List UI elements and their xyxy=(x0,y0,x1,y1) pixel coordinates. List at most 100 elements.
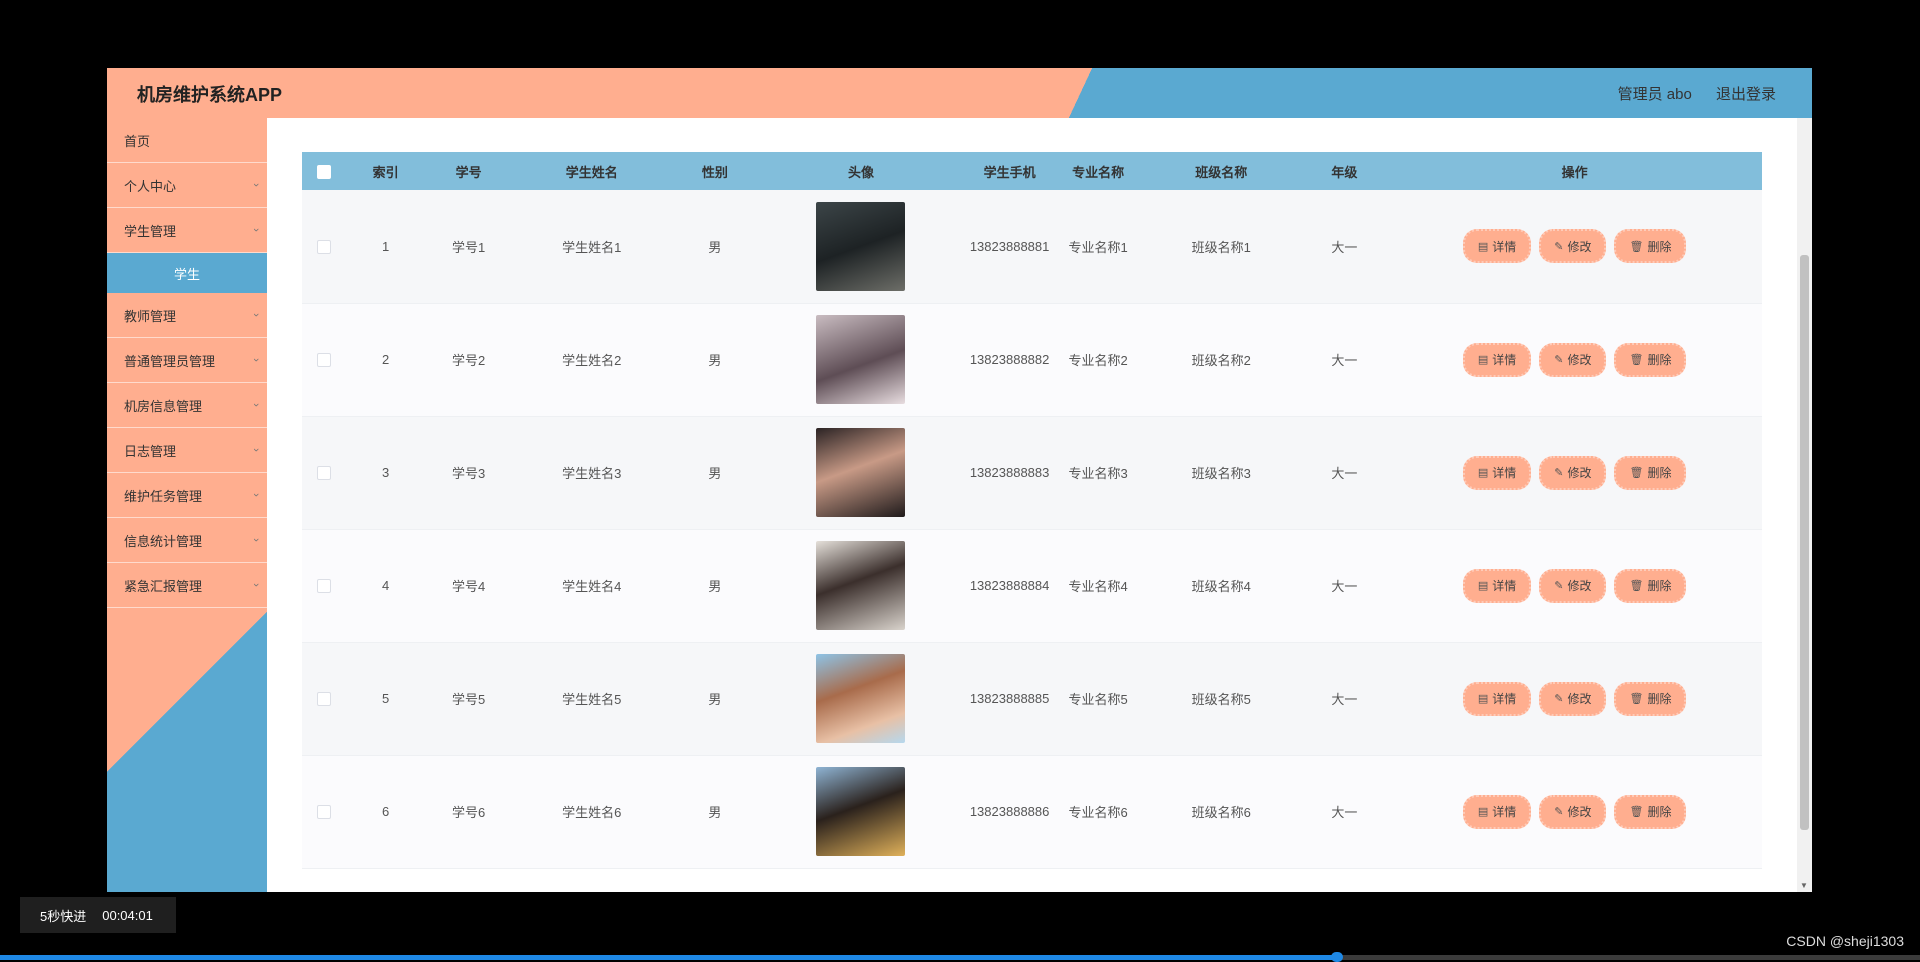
cell-name: 学生姓名3 xyxy=(562,466,622,481)
cell-student_no: 学号2 xyxy=(452,353,486,368)
cell-actions: ▤ 详情 ✎ 修改 🗑 删除 xyxy=(1387,190,1762,303)
playback-time: 00:04:01 xyxy=(102,907,153,923)
row-select-cell xyxy=(302,529,346,642)
cell-class: 班级名称2 xyxy=(1191,353,1251,368)
video-progress-bar[interactable] xyxy=(0,952,1920,962)
column-header: 学号 xyxy=(455,164,482,180)
edit-button[interactable]: ✎ 修改 xyxy=(1539,568,1607,603)
edit-button[interactable]: ✎ 修改 xyxy=(1539,681,1607,716)
skip-label[interactable]: 5秒快进 xyxy=(40,906,86,925)
chevron-down-icon: › xyxy=(250,313,263,317)
scrollbar-thumb[interactable] xyxy=(1800,255,1809,830)
delete-button[interactable]: 🗑 删除 xyxy=(1614,568,1687,603)
detail-button[interactable]: ▤ 详情 xyxy=(1462,681,1532,716)
sidebar-item[interactable]: 普通管理员管理 › xyxy=(107,338,267,383)
cell-avatar xyxy=(758,303,964,416)
edit-label: 修改 xyxy=(1567,353,1592,367)
row-select-cell xyxy=(302,642,346,755)
edit-label: 修改 xyxy=(1567,579,1592,593)
edit-button[interactable]: ✎ 修改 xyxy=(1539,342,1607,377)
sidebar-item-label: 普通管理员管理 xyxy=(124,353,216,369)
detail-button[interactable]: ▤ 详情 xyxy=(1462,342,1532,377)
edit-icon: ✎ xyxy=(1554,240,1564,253)
detail-button[interactable]: ▤ 详情 xyxy=(1462,229,1532,264)
sidebar-subitem[interactable]: 学生 xyxy=(107,253,267,293)
table-row: 1 学号1 学生姓名1 男 13823888881 专业名称1 班级名称1 大一 ▤ 详情 ✎ 修改 🗑… xyxy=(302,190,1762,303)
edit-label: 修改 xyxy=(1567,805,1592,819)
sidebar-item[interactable]: 首页 xyxy=(107,118,267,163)
cell-grade: 大一 xyxy=(1331,805,1358,820)
cell-grade: 大一 xyxy=(1331,579,1358,594)
sidebar-item[interactable]: 紧急汇报管理 › xyxy=(107,563,267,608)
trash-icon: 🗑 xyxy=(1629,467,1644,479)
sidebar-item[interactable]: 教师管理 › xyxy=(107,293,267,338)
sidebar-item-label: 信息统计管理 xyxy=(124,533,203,549)
cell-major: 专业名称4 xyxy=(1068,579,1128,594)
column-header: 学生手机 xyxy=(983,164,1036,180)
edit-button[interactable]: ✎ 修改 xyxy=(1539,794,1607,829)
column-header: 年级 xyxy=(1331,164,1358,180)
detail-button[interactable]: ▤ 详情 xyxy=(1462,568,1532,603)
cell-name: 学生姓名4 xyxy=(562,579,622,594)
edit-icon: ✎ xyxy=(1554,580,1564,592)
cell-avatar xyxy=(758,642,964,755)
table-row: 2 学号2 学生姓名2 男 13823888882 专业名称2 班级名称2 大一 ▤ 详情 ✎ 修改 🗑… xyxy=(302,303,1762,416)
chevron-down-icon: › xyxy=(250,183,263,187)
sidebar-item-label: 首页 xyxy=(124,133,151,149)
progress-fill xyxy=(0,955,1338,960)
cell-phone: 13823888885 xyxy=(969,691,1050,706)
select-all-checkbox[interactable] xyxy=(316,164,331,179)
document-icon: ▤ xyxy=(1477,806,1489,818)
edit-button[interactable]: ✎ 修改 xyxy=(1539,455,1607,490)
sidebar-item[interactable]: 机房信息管理 › xyxy=(107,383,267,428)
cell-student_no: 学号3 xyxy=(452,466,486,481)
row-checkbox[interactable] xyxy=(316,240,331,255)
delete-button[interactable]: 🗑 删除 xyxy=(1614,229,1687,264)
cell-student_no: 学号1 xyxy=(452,239,486,255)
row-select-cell xyxy=(302,190,346,303)
avatar xyxy=(816,428,906,517)
delete-button[interactable]: 🗑 删除 xyxy=(1614,681,1687,716)
row-checkbox[interactable] xyxy=(316,805,331,820)
sidebar-item[interactable]: 日志管理 › xyxy=(107,428,267,473)
cell-grade: 大一 xyxy=(1331,239,1358,255)
cell-major: 专业名称3 xyxy=(1068,466,1128,481)
player-badge: 5秒快进 00:04:01 xyxy=(20,897,176,933)
delete-button[interactable]: 🗑 删除 xyxy=(1614,342,1687,377)
cell-gender: 男 xyxy=(708,579,722,594)
sidebar-item[interactable]: 个人中心 › xyxy=(107,163,267,208)
detail-label: 详情 xyxy=(1492,692,1517,706)
select-all-cell xyxy=(302,152,346,190)
delete-button[interactable]: 🗑 删除 xyxy=(1614,794,1687,829)
cell-phone: 13823888881 xyxy=(969,238,1050,254)
row-checkbox[interactable] xyxy=(316,692,331,707)
chevron-down-icon: › xyxy=(250,538,263,542)
vertical-scrollbar[interactable]: ▼ xyxy=(1797,118,1812,892)
sidebar-item[interactable]: 学生管理 › xyxy=(107,208,267,253)
sidebar-item[interactable]: 信息统计管理 › xyxy=(107,518,267,563)
progress-knob[interactable] xyxy=(1331,952,1343,962)
scroll-down-icon[interactable]: ▼ xyxy=(1800,881,1808,890)
column-header: 专业名称 xyxy=(1072,164,1125,180)
cell-index: 3 xyxy=(381,465,390,480)
logout-link[interactable]: 退出登录 xyxy=(1716,86,1776,103)
row-checkbox[interactable] xyxy=(316,466,331,481)
watermark: CSDN @sheji1303 xyxy=(1786,933,1904,949)
sidebar-item[interactable]: 维护任务管理 › xyxy=(107,473,267,518)
delete-label: 删除 xyxy=(1647,466,1672,480)
edit-icon: ✎ xyxy=(1554,806,1564,818)
chevron-down-icon: › xyxy=(250,228,263,232)
cell-class: 班级名称5 xyxy=(1191,692,1251,707)
delete-button[interactable]: 🗑 删除 xyxy=(1614,455,1687,490)
row-checkbox[interactable] xyxy=(316,579,331,594)
column-header: 性别 xyxy=(701,164,728,180)
cell-student_no: 学号5 xyxy=(452,692,486,707)
column-header: 学生姓名 xyxy=(565,164,618,180)
cell-major: 专业名称6 xyxy=(1068,805,1128,820)
detail-button[interactable]: ▤ 详情 xyxy=(1462,455,1532,490)
edit-button[interactable]: ✎ 修改 xyxy=(1539,229,1607,264)
cell-actions: ▤ 详情 ✎ 修改 🗑 删除 xyxy=(1387,755,1762,868)
row-checkbox[interactable] xyxy=(316,353,331,368)
chevron-down-icon: › xyxy=(250,358,263,362)
detail-button[interactable]: ▤ 详情 xyxy=(1462,794,1532,829)
